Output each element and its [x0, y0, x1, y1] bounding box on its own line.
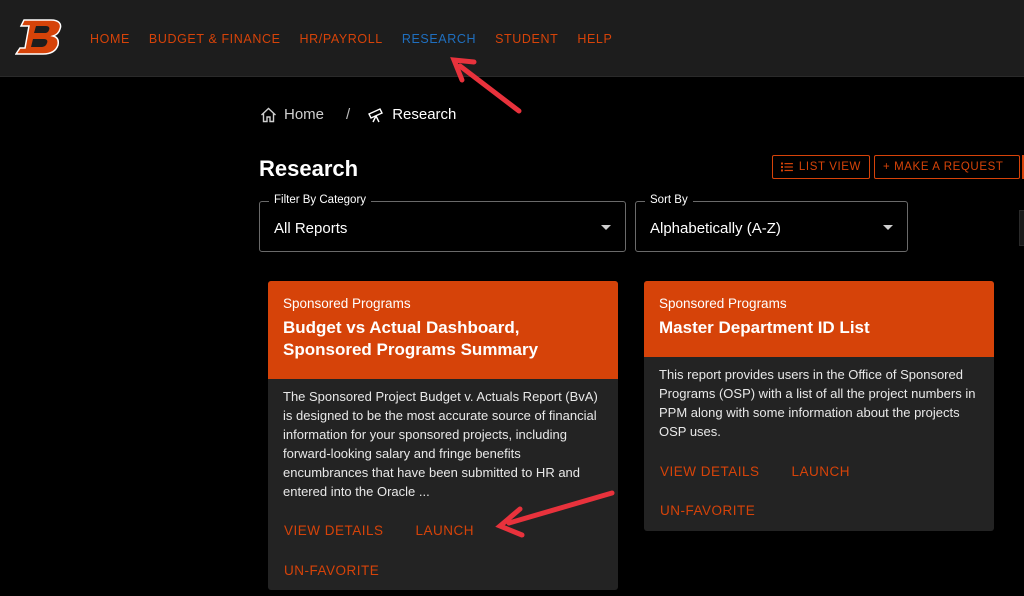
breadcrumb-home-label: Home	[284, 106, 325, 123]
view-details-link[interactable]: VIEW DETAILS	[284, 523, 384, 538]
category-filter-value: All Reports	[274, 220, 348, 237]
view-details-link[interactable]: VIEW DETAILS	[660, 464, 760, 479]
breadcrumb-current: Research	[367, 106, 456, 123]
report-card-category: Sponsored Programs	[659, 296, 787, 311]
breadcrumb-separator: /	[346, 106, 351, 123]
report-card-title-line: Budget vs Actual Dashboard,	[283, 318, 520, 337]
report-card-header: Sponsored Programs Master Department ID …	[644, 281, 994, 357]
breadcrumb-home[interactable]: Home	[260, 106, 324, 123]
chevron-down-icon	[883, 225, 893, 230]
category-filter-select[interactable]: Filter By Category All Reports	[259, 194, 626, 252]
report-card-category: Sponsored Programs	[283, 296, 411, 311]
report-card: Sponsored Programs Master Department ID …	[644, 281, 994, 531]
list-icon	[781, 162, 793, 172]
report-card-actions: UN-FAVORITE	[660, 503, 787, 518]
report-card-title-line: Sponsored Programs Summary	[283, 340, 539, 359]
nav-item-research[interactable]: RESEARCH	[402, 32, 476, 46]
report-card: Sponsored Programs Budget vs Actual Dash…	[268, 281, 618, 590]
list-view-label: LIST VIEW	[798, 161, 861, 173]
report-card-title[interactable]: Master Department ID List	[659, 317, 979, 339]
sort-by-value: Alphabetically (A-Z)	[650, 220, 781, 237]
unfavorite-link[interactable]: UN-FAVORITE	[660, 503, 755, 518]
breadcrumb: Home / Research	[260, 106, 456, 123]
list-view-button[interactable]: LIST VIEW	[772, 155, 870, 179]
report-card-description: This report provides users in the Office…	[659, 367, 976, 439]
launch-link[interactable]: LAUNCH	[416, 523, 475, 538]
report-card-actions: VIEW DETAILS LAUNCH	[284, 523, 506, 538]
partial-control[interactable]	[1019, 210, 1024, 246]
launch-link[interactable]: LAUNCH	[792, 464, 851, 479]
nav-item-budget-finance[interactable]: BUDGET & FINANCE	[149, 32, 281, 46]
broncos-logo-icon[interactable]	[15, 18, 63, 56]
telescope-icon	[368, 107, 384, 122]
make-request-label: + MAKE A REQUEST	[883, 161, 1004, 173]
nav-item-hr-payroll[interactable]: HR/PAYROLL	[300, 32, 383, 46]
category-filter-label: Filter By Category	[269, 194, 372, 206]
unfavorite-link[interactable]: UN-FAVORITE	[284, 563, 379, 578]
report-card-title-line: Master Department ID List	[659, 318, 870, 337]
report-card-header: Sponsored Programs Budget vs Actual Dash…	[268, 281, 618, 379]
nav-item-help[interactable]: HELP	[577, 32, 612, 46]
sort-by-select[interactable]: Sort By Alphabetically (A-Z)	[635, 194, 908, 252]
report-card-title[interactable]: Budget vs Actual Dashboard, Sponsored Pr…	[283, 317, 603, 361]
home-icon	[261, 107, 276, 122]
page-title: Research	[259, 156, 359, 181]
nav-item-home[interactable]: HOME	[90, 32, 130, 46]
breadcrumb-current-label: Research	[392, 106, 457, 123]
nav-item-student[interactable]: STUDENT	[495, 32, 558, 46]
sort-by-label: Sort By	[645, 194, 693, 206]
report-card-actions: UN-FAVORITE	[284, 563, 411, 578]
make-request-button[interactable]: + MAKE A REQUEST	[874, 155, 1020, 179]
chevron-down-icon	[601, 225, 611, 230]
top-navigation-bar: HOME BUDGET & FINANCE HR/PAYROLL RESEARC…	[0, 0, 1024, 77]
main-nav: HOME BUDGET & FINANCE HR/PAYROLL RESEARC…	[90, 32, 631, 46]
report-card-description: The Sponsored Project Budget v. Actuals …	[283, 389, 598, 499]
report-card-actions: VIEW DETAILS LAUNCH	[660, 464, 882, 479]
